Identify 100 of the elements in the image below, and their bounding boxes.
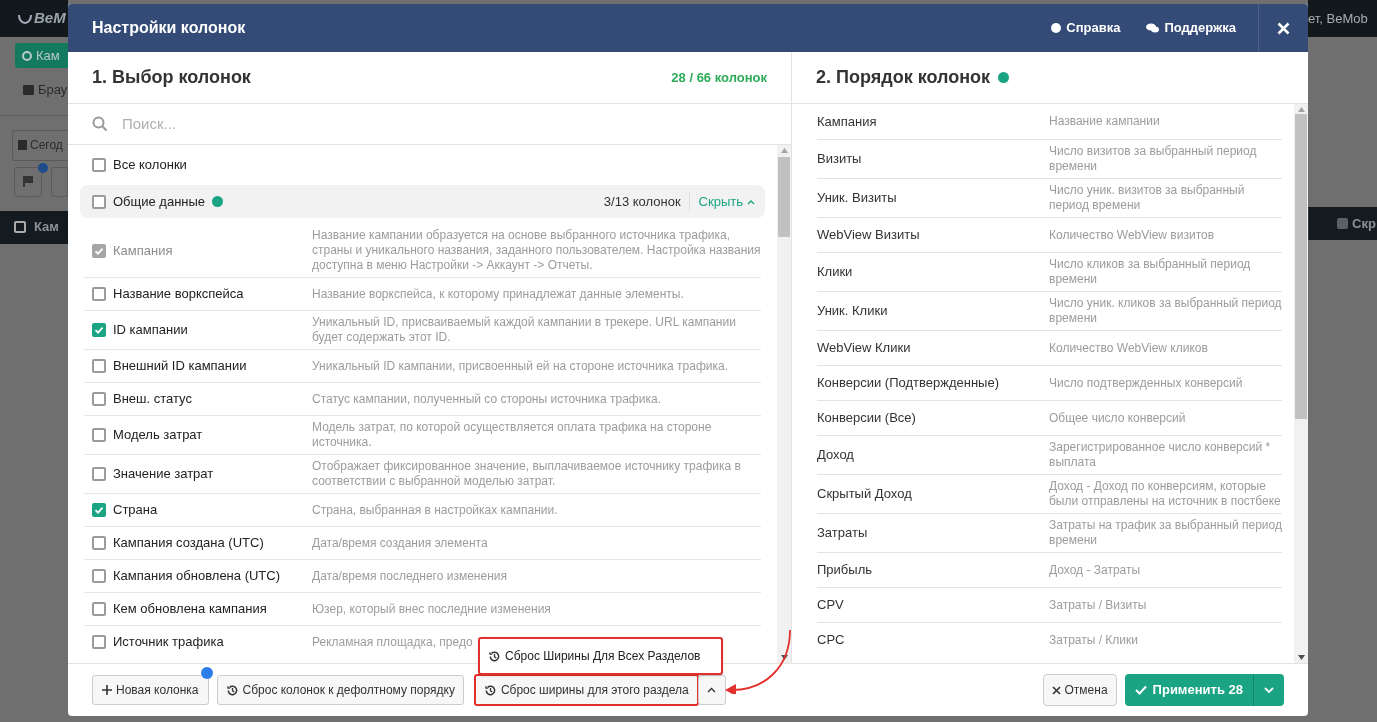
column-description: Отображает фиксированное значение, выплачиваемое источнику трафика в соответствии с выбранной моделью затрат. <box>312 459 742 489</box>
column-label[interactable]: Затраты <box>817 523 1049 543</box>
column-label[interactable]: WebView Клики <box>817 338 1049 358</box>
column-label: Внешний ID кампании <box>113 357 247 376</box>
column-label[interactable]: Кампания <box>817 111 1049 132</box>
column-description: Название кампании <box>1049 114 1161 129</box>
checkbox[interactable] <box>92 467 106 481</box>
column-label[interactable]: CPC <box>817 630 1049 650</box>
column-description: Статус кампании, полученный со стороны источника трафика. <box>312 391 662 407</box>
column-label[interactable]: CPV <box>817 595 1049 615</box>
group-count: 3/13 колонок <box>603 191 690 212</box>
column-label[interactable]: WebView Визиты <box>817 225 1049 245</box>
calendar-icon <box>18 140 27 150</box>
column-label: ID кампании <box>113 321 188 340</box>
dropdown-toggle[interactable] <box>697 675 726 705</box>
help-icon <box>1051 23 1062 33</box>
apply-menu-toggle[interactable] <box>1253 674 1284 706</box>
checkbox[interactable] <box>92 359 106 373</box>
menu-item[interactable]: Сброс Ширины Для Всех Разделов <box>478 637 723 675</box>
arrow-annotation <box>724 628 792 694</box>
help-icon <box>998 72 1010 83</box>
checkbox[interactable] <box>92 287 106 301</box>
column-description: Количество WebView кликов <box>1049 340 1209 356</box>
column-description: Название кампании образуется на основе выбранного источника трафика, страны и уникального названия, заданного пользователем. Настройка названия доступна в меню Настройки -> Аккаунт -> Отчеты. <box>312 228 761 273</box>
search-icon <box>92 116 108 132</box>
checkbox[interactable] <box>92 503 106 517</box>
checkbox[interactable] <box>92 569 106 583</box>
checkbox[interactable] <box>92 194 106 209</box>
help-icon <box>212 196 224 207</box>
column-label: Все колонки <box>113 156 187 175</box>
check-icon <box>94 245 104 256</box>
column-description: Число уник. визитов за выбранный период времени <box>1049 183 1246 213</box>
new-column-button[interactable]: Новая колонка <box>92 675 209 705</box>
scroll-down-icon[interactable] <box>1297 655 1305 660</box>
column-description: Модель затрат, по которой осуществляется оплата трафика на стороне источника. <box>312 420 713 450</box>
scrollbar[interactable] <box>1294 104 1308 663</box>
scroll-down-icon[interactable] <box>780 655 788 660</box>
badge-icon <box>200 667 213 679</box>
column-description: Юзер, который внес последние изменения <box>312 601 552 617</box>
group-label: Общие данные <box>113 192 206 211</box>
column-label: Значение затрат <box>113 465 214 484</box>
column-description: Затраты на трафик за выбранный период времени <box>1049 518 1282 548</box>
column-label[interactable]: Доход <box>817 445 1049 465</box>
scroll-up-icon[interactable] <box>780 148 788 153</box>
column-description: Затраты / Клики <box>1049 632 1139 648</box>
column-label: Источник трафика <box>113 633 224 652</box>
chat-icon <box>1146 23 1160 33</box>
column-label: Страна <box>113 501 158 520</box>
checkbox[interactable] <box>92 635 106 649</box>
support-link[interactable]: Поддержка <box>1146 18 1236 38</box>
column-description: Число уник. кликов за выбранный период времени <box>1049 296 1282 326</box>
reset-width-button[interactable]: Сброс ширины для этого раздела <box>473 674 699 706</box>
scrollbar-thumb[interactable] <box>1295 114 1307 419</box>
plus-icon <box>102 685 112 695</box>
column-label: Внеш. статус <box>113 390 192 409</box>
column-label: Кампания <box>113 241 173 260</box>
column-description: Страна, выбранная в настройках кампании. <box>312 502 559 518</box>
column-description: Число визитов за выбранный период времени <box>1049 144 1258 174</box>
column-label[interactable]: Клики <box>817 262 1049 282</box>
column-label[interactable]: Уник. Клики <box>817 301 1049 321</box>
column-label[interactable]: Прибыль <box>817 560 1049 580</box>
close-icon <box>1277 21 1290 35</box>
flag-button[interactable] <box>14 166 42 197</box>
column-description: Число подтвержденных конверсий <box>1049 375 1244 391</box>
column-label: Кампания создана (UTC) <box>113 534 264 553</box>
column-description: Доход - Затраты <box>1049 562 1142 578</box>
checkbox[interactable] <box>92 323 106 337</box>
scrollbar-thumb[interactable] <box>778 157 790 237</box>
check-icon <box>94 505 104 515</box>
window-icon <box>23 84 34 95</box>
checkbox[interactable] <box>92 158 106 172</box>
filter-icon <box>1337 218 1348 229</box>
cancel-button[interactable]: Отмена <box>1042 674 1117 706</box>
column-label[interactable]: Скрытый Доход <box>817 484 1049 504</box>
column-label[interactable]: Уник. Визиты <box>817 188 1049 208</box>
help-link[interactable]: Справка <box>1051 18 1121 38</box>
checkbox[interactable] <box>92 428 106 442</box>
checkbox[interactable] <box>92 536 106 550</box>
column-description: Количество WebView визитов <box>1049 227 1216 243</box>
column-description: Затраты / Визиты <box>1049 597 1148 613</box>
column-label[interactable]: Конверсии (Подтвержденные) <box>817 373 1049 393</box>
column-label[interactable]: Конверсии (Все) <box>817 408 1049 428</box>
column-description: Название воркспейса, к которому принадлежат данные элементы. <box>312 286 685 302</box>
checkbox[interactable] <box>92 392 106 406</box>
column-description: Общее число конверсий <box>1049 410 1187 426</box>
checkbox[interactable] <box>92 602 106 616</box>
column-description: Уникальный ID, присваиваемый каждой кампании в трекере. URL кампании будет содержать этот ID. <box>312 315 737 345</box>
chevron-icon <box>747 198 755 205</box>
flag-icon <box>22 176 33 187</box>
target-icon <box>22 50 32 61</box>
group-header[interactable]: Общие данные 3/13 колонок Скрыть <box>80 185 765 218</box>
reset-order-button[interactable]: Сброс колонок к дефолтному порядку <box>216 675 464 705</box>
scroll-up-icon[interactable] <box>1297 107 1305 112</box>
section-title: 1. Выбор колонок <box>92 66 252 89</box>
chevron-icon <box>707 687 717 693</box>
column-label[interactable]: Визиты <box>817 149 1049 169</box>
checkbox[interactable] <box>14 221 26 233</box>
search-field[interactable]: Поиск... <box>122 112 767 136</box>
history-icon <box>225 683 239 697</box>
scrollbar[interactable] <box>777 145 791 663</box>
